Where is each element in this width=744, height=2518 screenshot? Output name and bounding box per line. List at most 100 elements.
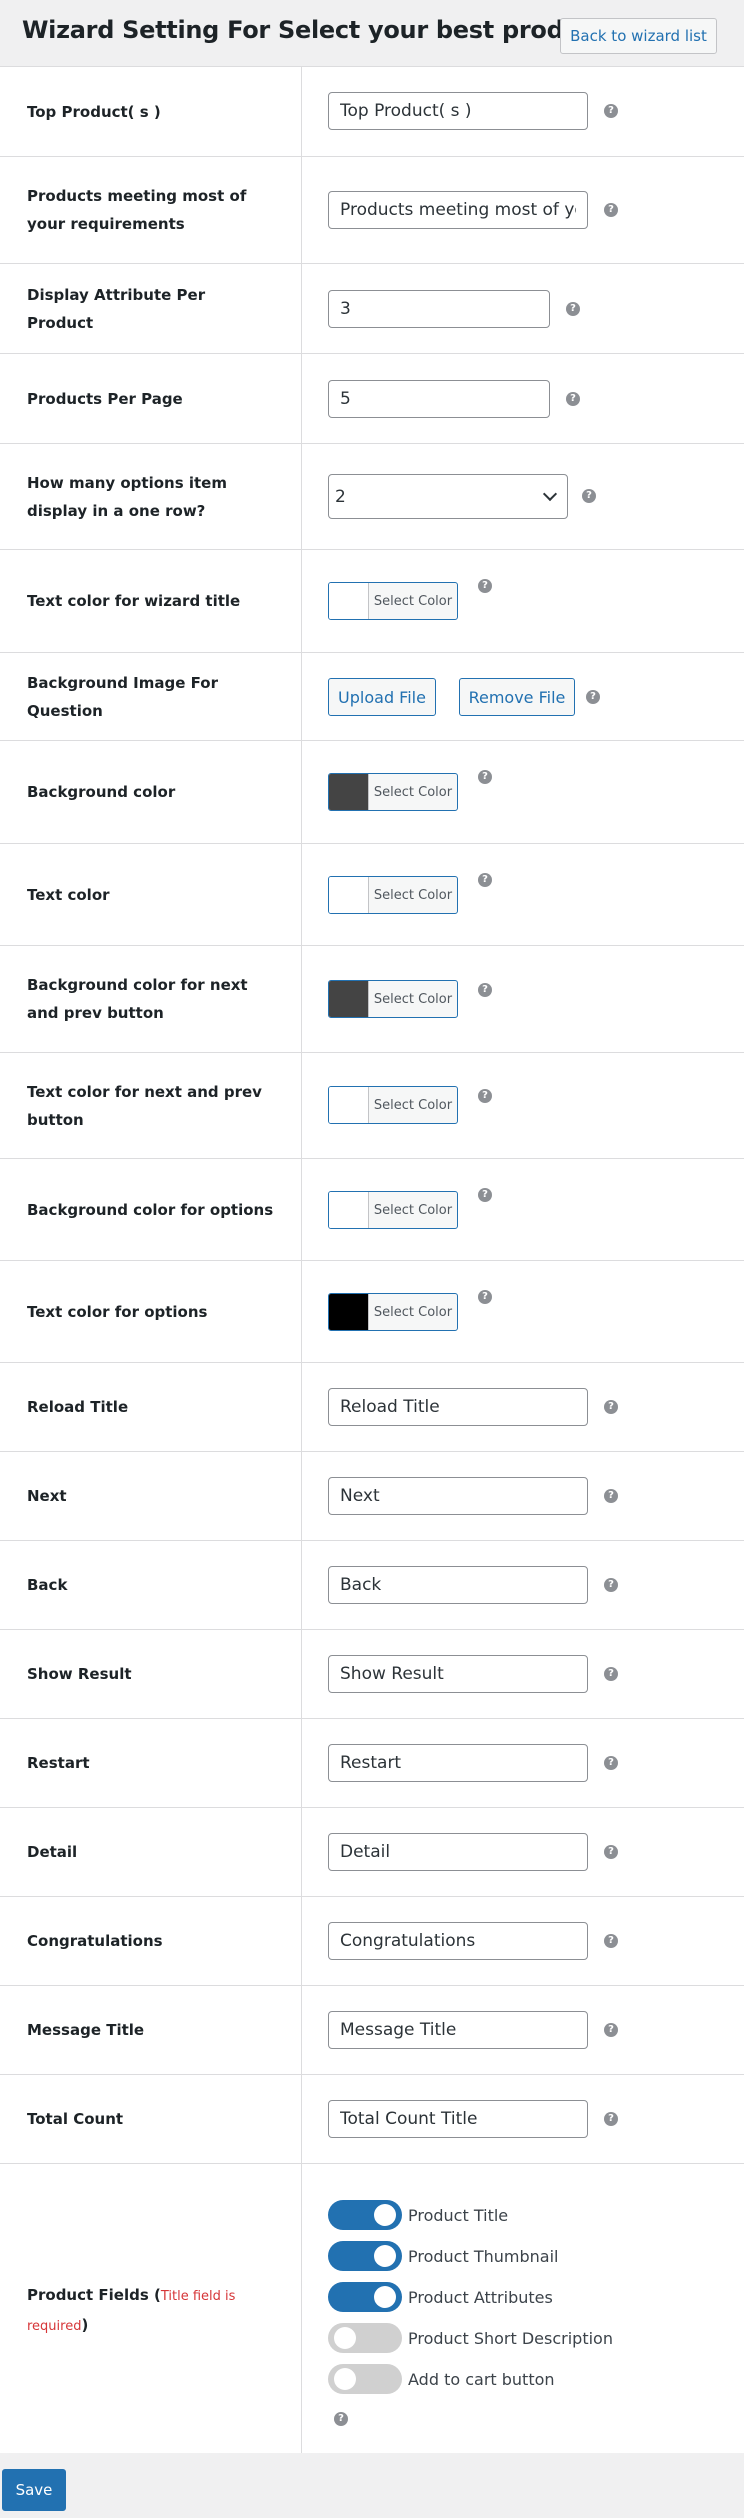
toggle-product-attributes[interactable]: Product Attributes <box>328 2282 553 2312</box>
row-label: Products Per Page <box>0 354 302 443</box>
display-attribute-input[interactable] <box>328 290 550 328</box>
row-label: Top Product( s ) <box>0 67 302 156</box>
color-swatch <box>329 1192 369 1228</box>
next-input[interactable] <box>328 1477 588 1515</box>
back-to-wizard-list-button[interactable]: Back to wizard list <box>560 18 717 54</box>
color-swatch <box>329 583 369 619</box>
remove-file-button[interactable]: Remove File <box>459 678 575 716</box>
help-icon[interactable]: ? <box>478 983 492 997</box>
settings-row-show-result: Show Result ? <box>0 1630 744 1719</box>
toggle-switch[interactable] <box>328 2241 402 2271</box>
select-color-label: Select Color <box>373 991 453 1007</box>
product-fields-label: Product Fields ( <box>27 2286 161 2304</box>
row-label: Background color for next and prev butto… <box>0 946 302 1052</box>
help-icon[interactable]: ? <box>566 392 580 406</box>
toggle-label: Product Title <box>408 2205 509 2225</box>
row-label: Show Result <box>0 1630 302 1718</box>
page-header: Wizard Setting For Select your best prod… <box>0 0 744 66</box>
nav-bg-color-picker[interactable]: Select Color <box>328 980 458 1018</box>
settings-table: Top Product( s ) ? Products meeting most… <box>0 66 744 2459</box>
toggle-switch[interactable] <box>328 2200 402 2230</box>
settings-row-text-color: Text color Select Color ? <box>0 844 744 946</box>
settings-row-product-fields: Product Fields (Title field is required)… <box>0 2164 744 2458</box>
help-icon[interactable]: ? <box>604 1489 618 1503</box>
color-swatch <box>329 774 369 810</box>
nav-text-color-picker[interactable]: Select Color <box>328 1086 458 1124</box>
help-icon[interactable]: ? <box>604 1578 618 1592</box>
toggle-switch[interactable] <box>328 2364 402 2394</box>
settings-row-reload-title: Reload Title ? <box>0 1363 744 1452</box>
help-icon[interactable]: ? <box>604 2023 618 2037</box>
row-label: Restart <box>0 1719 302 1807</box>
options-bg-color-picker[interactable]: Select Color <box>328 1191 458 1229</box>
select-color-label: Select Color <box>373 1304 453 1320</box>
help-icon[interactable]: ? <box>478 1089 492 1103</box>
total-count-input[interactable] <box>328 2100 588 2138</box>
restart-input[interactable] <box>328 1744 588 1782</box>
help-icon[interactable]: ? <box>604 1934 618 1948</box>
options-per-row-select[interactable]: 2 <box>328 474 568 519</box>
settings-row-title-color: Text color for wizard title Select Color… <box>0 550 744 653</box>
row-label: Background color <box>0 741 302 843</box>
color-swatch <box>329 981 369 1017</box>
select-color-label: Select Color <box>373 784 453 800</box>
row-label: Products meeting most of your requiremen… <box>0 157 302 263</box>
congratulations-input[interactable] <box>328 1922 588 1960</box>
back-input[interactable] <box>328 1566 588 1604</box>
row-label: Text color for next and prev button <box>0 1053 302 1158</box>
help-icon[interactable]: ? <box>582 489 596 503</box>
row-label: Next <box>0 1452 302 1540</box>
chevron-down-icon <box>542 486 558 502</box>
row-label: Display Attribute Per Product <box>0 264 302 353</box>
save-button[interactable]: Save <box>2 2469 66 2511</box>
toggle-product-title[interactable]: Product Title <box>328 2200 508 2230</box>
help-icon[interactable]: ? <box>478 873 492 887</box>
toggle-switch[interactable] <box>328 2282 402 2312</box>
detail-input[interactable] <box>328 1833 588 1871</box>
row-label: Back <box>0 1541 302 1629</box>
help-icon[interactable]: ? <box>478 579 492 593</box>
upload-file-button[interactable]: Upload File <box>328 678 436 716</box>
toggle-product-thumbnail[interactable]: Product Thumbnail <box>328 2241 558 2271</box>
help-icon[interactable]: ? <box>604 104 618 118</box>
help-icon[interactable]: ? <box>604 203 618 217</box>
help-icon[interactable]: ? <box>566 302 580 316</box>
settings-row-bg-color: Background color Select Color ? <box>0 741 744 844</box>
toggle-label: Add to cart button <box>408 2369 555 2389</box>
help-icon[interactable]: ? <box>604 1667 618 1681</box>
settings-row-congratulations: Congratulations ? <box>0 1897 744 1986</box>
footer: Save <box>0 2453 744 2518</box>
message-title-input[interactable] <box>328 2011 588 2049</box>
reload-title-input[interactable] <box>328 1388 588 1426</box>
toggle-product-short-description[interactable]: Product Short Description <box>328 2323 613 2353</box>
title-color-picker[interactable]: Select Color <box>328 582 458 620</box>
help-icon[interactable]: ? <box>604 1400 618 1414</box>
help-icon[interactable]: ? <box>478 1290 492 1304</box>
settings-row-next: Next ? <box>0 1452 744 1541</box>
settings-row-options-bg-color: Background color for options Select Colo… <box>0 1159 744 1261</box>
help-icon[interactable]: ? <box>604 2112 618 2126</box>
toggle-add-to-cart[interactable]: Add to cart button <box>328 2364 555 2394</box>
help-icon[interactable]: ? <box>478 1188 492 1202</box>
row-label: Text color for options <box>0 1261 302 1362</box>
help-icon[interactable]: ? <box>604 1845 618 1859</box>
options-text-color-picker[interactable]: Select Color <box>328 1293 458 1331</box>
help-icon[interactable]: ? <box>334 2412 348 2426</box>
select-color-label: Select Color <box>373 887 453 903</box>
settings-row-bg-image: Background Image For Question Upload Fil… <box>0 653 744 741</box>
help-icon[interactable]: ? <box>586 690 600 704</box>
top-products-input[interactable] <box>328 92 588 130</box>
toggle-label: Product Thumbnail <box>408 2246 559 2266</box>
select-value: 2 <box>335 486 346 507</box>
bg-color-picker[interactable]: Select Color <box>328 773 458 811</box>
help-icon[interactable]: ? <box>604 1756 618 1770</box>
toggle-switch[interactable] <box>328 2323 402 2353</box>
help-icon[interactable]: ? <box>478 770 492 784</box>
row-label: Text color <box>0 844 302 945</box>
settings-row-options-per-row: How many options item display in a one r… <box>0 444 744 550</box>
products-meeting-input[interactable] <box>328 191 588 229</box>
text-color-picker[interactable]: Select Color <box>328 876 458 914</box>
products-per-page-input[interactable] <box>328 380 550 418</box>
row-label: Congratulations <box>0 1897 302 1985</box>
show-result-input[interactable] <box>328 1655 588 1693</box>
